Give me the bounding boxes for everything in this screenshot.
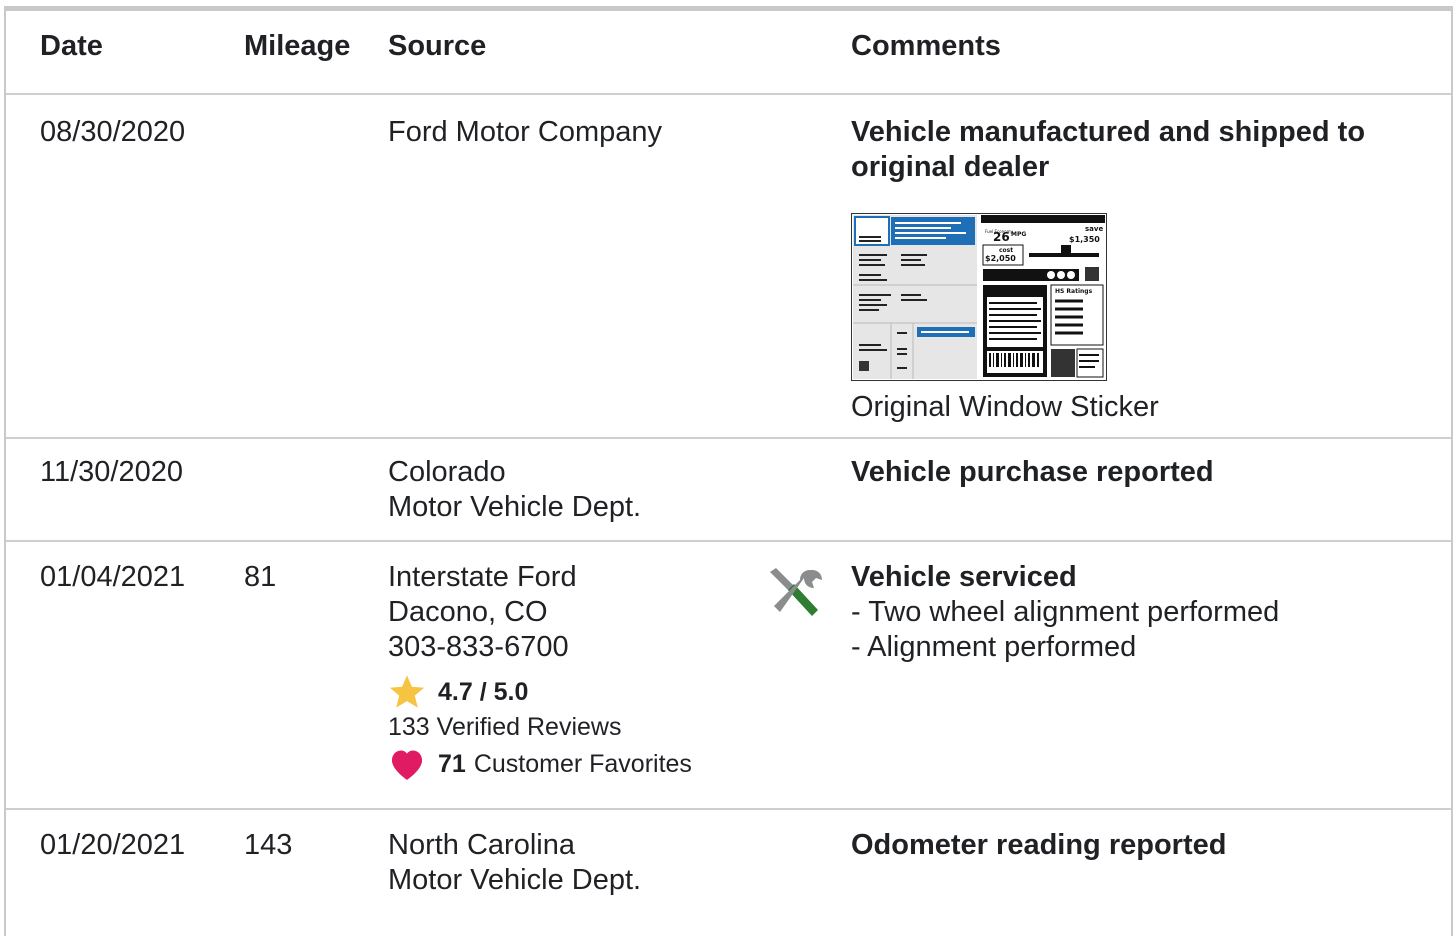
row-source: Colorado Motor Vehicle Dept. xyxy=(388,455,641,525)
review-count[interactable]: 133 Verified Reviews xyxy=(388,711,692,743)
favorites-label: Customer Favorites xyxy=(473,750,692,778)
customer-favorites: 71 Customer Favorites xyxy=(388,745,692,783)
sticker-mpg: 26 xyxy=(993,230,1010,244)
comment-item: - Two wheel alignment performed xyxy=(851,596,1280,628)
table-row: 11/30/2020 Colorado Motor Vehicle Dept. … xyxy=(6,439,1451,542)
row-date: 01/20/2021 xyxy=(40,829,186,861)
dealer-location: Dacono, CO xyxy=(388,596,548,628)
heart-icon xyxy=(391,750,423,780)
row-date: 11/30/2020 xyxy=(40,456,183,488)
sticker-save-value: $1,350 xyxy=(1069,235,1100,244)
row-date: 08/30/2020 xyxy=(40,116,186,148)
rating-value: 4.7 / 5.0 xyxy=(438,678,529,706)
sticker-cost-value: $2,050 xyxy=(985,254,1016,263)
table-header-row: Date Mileage Source Comments xyxy=(6,11,1451,95)
dealer-name[interactable]: Interstate Ford xyxy=(388,560,692,595)
sticker-save-label: save xyxy=(1085,225,1103,233)
row-source: Ford Motor Company xyxy=(388,116,662,148)
header-source: Source xyxy=(388,30,487,62)
row-comment-title: Vehicle purchase reported xyxy=(851,456,1214,488)
sticker-cost-label: cost xyxy=(999,247,1013,254)
comment-item: - Alignment performed xyxy=(851,631,1137,663)
vehicle-history-table: Date Mileage Source Comments 08/30/2020 … xyxy=(4,6,1453,936)
row-comment-title: Odometer reading reported xyxy=(851,829,1227,861)
window-sticker-caption[interactable]: Original Window Sticker xyxy=(851,390,1159,425)
header-mileage: Mileage xyxy=(244,30,351,62)
dealer-rating: 4.7 / 5.0 xyxy=(388,673,692,711)
window-sticker-thumbnail[interactable]: Fuel Economy 26 MPG save $1,350 cost $2,… xyxy=(850,212,1108,382)
header-comments: Comments xyxy=(851,30,1001,62)
row-comment: Vehicle serviced - Two wheel alignment p… xyxy=(851,560,1411,665)
star-icon xyxy=(389,675,425,708)
row-comment-title: Vehicle manufactured and shipped to orig… xyxy=(851,116,1366,183)
dealer-phone[interactable]: 303-833-6700 xyxy=(388,630,692,665)
wrench-screwdriver-icon xyxy=(770,568,822,616)
row-source: North Carolina Motor Vehicle Dept. xyxy=(388,828,641,898)
source-line: Motor Vehicle Dept. xyxy=(388,864,642,896)
row-date: 01/04/2021 xyxy=(40,561,186,593)
sticker-ratings-label: HS Ratings xyxy=(1055,288,1093,295)
source-line: North Carolina xyxy=(388,829,575,861)
table-row: 01/20/2021 143 North Carolina Motor Vehi… xyxy=(6,810,1451,950)
source-line: Colorado xyxy=(388,456,506,488)
table-row: 08/30/2020 Ford Motor Company Vehicle ma… xyxy=(6,95,1451,439)
source-line: Motor Vehicle Dept. xyxy=(388,491,642,523)
row-source: Interstate Ford Dacono, CO 303-833-6700 … xyxy=(388,560,692,783)
row-mileage: 81 xyxy=(244,561,277,593)
table-row: 01/04/2021 81 Interstate Ford Dacono, CO… xyxy=(6,542,1451,810)
row-comment-title: Vehicle serviced xyxy=(851,561,1077,593)
row-mileage: 143 xyxy=(244,829,293,861)
window-sticker[interactable]: Fuel Economy 26 MPG save $1,350 cost $2,… xyxy=(850,212,1159,425)
favorites-count: 71 xyxy=(438,750,466,778)
header-date: Date xyxy=(40,30,103,62)
sticker-mpg-unit: MPG xyxy=(1011,231,1026,238)
